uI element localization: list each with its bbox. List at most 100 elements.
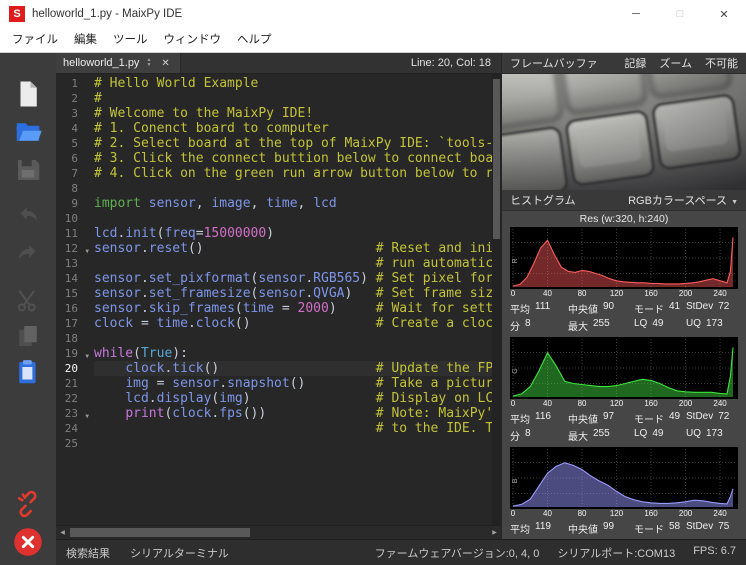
code-line: # 1. Conenct board to computer: [94, 121, 492, 136]
copy-button[interactable]: [13, 321, 43, 351]
scroll-right-arrow-icon[interactable]: ▶: [488, 529, 501, 536]
stat-cell: 最大255: [568, 318, 634, 333]
new-file-button[interactable]: [13, 79, 43, 109]
statusbar-tab-0[interactable]: 検索結果: [66, 545, 110, 561]
framebuffer-header: フレームバッファ 記録 ズーム 不可能: [502, 53, 746, 74]
code-editor[interactable]: # Hello World Example## Welcome to the M…: [90, 74, 492, 525]
stat-label: UQ: [686, 428, 701, 443]
cut-button[interactable]: [13, 285, 43, 315]
serial-port-label: シリアルポート:COM13: [557, 545, 675, 561]
save-file-button[interactable]: [13, 155, 43, 185]
paste-button[interactable]: [13, 357, 43, 387]
framebuffer-button-2[interactable]: 不可能: [705, 58, 738, 70]
broken-link-icon: [13, 489, 43, 519]
histogram-channel-B: B04080120160200240平均119中央値99モード58StDev75…: [502, 447, 746, 553]
minimize-button[interactable]: ─: [614, 0, 658, 28]
stat-value: 8: [525, 318, 531, 333]
vertical-scrollbar[interactable]: [492, 74, 501, 525]
code-line: # 3. Click the connect buttion below to …: [94, 151, 492, 166]
statusbar-right: ファームウェアバージョン:0, 4, 0 シリアルポート:COM13 FPS: …: [375, 545, 736, 561]
stat-value: 49: [652, 318, 663, 333]
code-line: # Welcome to the MaixPy IDE!: [94, 106, 492, 121]
x-tick-label: 0: [511, 289, 515, 298]
framebuffer-title: フレームバッファ: [510, 55, 611, 71]
stat-label: モード: [634, 301, 664, 316]
save-icon: [13, 155, 43, 185]
stat-label: モード: [634, 521, 664, 536]
stat-cell: UQ173: [686, 318, 738, 333]
x-tick-label: 240: [713, 399, 726, 408]
line-number: 15: [56, 286, 90, 301]
code-line: [94, 331, 492, 346]
x-tick-label: 40: [543, 399, 552, 408]
toolbar-sidebar: [0, 53, 56, 565]
x-tick-label: 200: [679, 289, 692, 298]
code-line: import sensor, image, time, lcd: [94, 196, 492, 211]
x-tick-label: 120: [610, 509, 623, 518]
menu-item-1[interactable]: 編集: [66, 28, 105, 52]
stat-value: 72: [718, 411, 729, 426]
redo-icon: [13, 239, 43, 269]
svg-text:R: R: [512, 258, 519, 263]
stat-value: 173: [706, 428, 723, 443]
stat-label: LQ: [634, 428, 647, 443]
vertical-scrollbar-thumb[interactable]: [493, 79, 500, 239]
x-tick-label: 240: [713, 289, 726, 298]
code-line: [94, 211, 492, 226]
stat-cell: 分8: [510, 428, 568, 443]
disconnect-button[interactable]: [13, 489, 43, 519]
code-line: sensor.reset() # Reset and initialize th…: [94, 241, 492, 256]
stop-button[interactable]: [13, 527, 43, 557]
copy-icon: [13, 321, 43, 351]
menu-item-4[interactable]: ヘルプ: [229, 28, 280, 52]
window-controls: ─ □ ✕: [614, 0, 746, 28]
stat-cell: UQ 173: [686, 428, 738, 443]
menu-item-0[interactable]: ファイル: [4, 28, 66, 52]
line-number: 17: [56, 316, 90, 331]
colorspace-dropdown[interactable]: RGBカラースペース▼: [628, 192, 738, 208]
right-panel: フレームバッファ 記録 ズーム 不可能: [501, 53, 746, 539]
framebuffer-button-1[interactable]: ズーム: [659, 58, 692, 70]
code-line: img = sensor.snapshot() # Take a picture…: [94, 376, 492, 391]
open-file-button[interactable]: [13, 117, 43, 147]
stat-label: 分: [510, 318, 520, 333]
horizontal-scrollbar[interactable]: ◀ ▶: [56, 525, 501, 539]
tab-close-icon[interactable]: ✕: [158, 58, 172, 69]
stat-cell: 中央値99: [568, 521, 634, 536]
stat-value: 99: [603, 521, 614, 536]
line-number: 9: [56, 196, 90, 211]
undo-button[interactable]: [13, 201, 43, 231]
line-number: 6: [56, 151, 90, 166]
tabbar: helloworld_1.py ▲▼ ✕ Line: 20, Col: 18: [56, 53, 501, 74]
histogram-chart-R: R: [510, 227, 738, 289]
stat-value: 58: [669, 521, 680, 536]
statusbar-tab-1[interactable]: シリアルターミナル: [130, 545, 229, 561]
stat-value: 90: [603, 301, 614, 316]
line-number: 18: [56, 331, 90, 346]
stat-cell: モード 58: [634, 521, 686, 536]
close-button[interactable]: ✕: [702, 0, 746, 28]
code-line: print(clock.fps()) # Note: MaixPy's Cam …: [94, 406, 492, 421]
stat-value: 49: [652, 428, 663, 443]
new-file-icon: [13, 79, 43, 109]
histogram-channel-R: R04080120160200240平均111中央値90モード41StDev72…: [502, 227, 746, 333]
menu-item-3[interactable]: ウィンドウ: [156, 28, 230, 52]
stat-label: モード: [634, 411, 664, 426]
tab-helloworld[interactable]: helloworld_1.py ▲▼ ✕: [56, 53, 181, 73]
line-number: 1: [56, 76, 90, 91]
histogram-x-ticks: 04080120160200240: [510, 399, 738, 409]
stat-label: LQ: [634, 318, 647, 333]
framebuffer-button-0[interactable]: 記録: [624, 58, 646, 70]
tab-updown-icon[interactable]: ▲▼: [146, 58, 151, 68]
stat-cell: 最大255: [568, 428, 634, 443]
menu-item-2[interactable]: ツール: [105, 28, 156, 52]
horizontal-scrollbar-thumb[interactable]: [70, 528, 250, 537]
line-number: 7: [56, 166, 90, 181]
redo-button[interactable]: [13, 239, 43, 269]
scroll-left-arrow-icon[interactable]: ◀: [56, 529, 69, 536]
x-tick-label: 80: [578, 289, 587, 298]
stat-cell: LQ 49: [634, 428, 686, 443]
code-line: lcd.init(freq=15000000): [94, 226, 492, 241]
maximize-button[interactable]: □: [658, 0, 702, 28]
line-number: 23▼: [56, 406, 90, 421]
